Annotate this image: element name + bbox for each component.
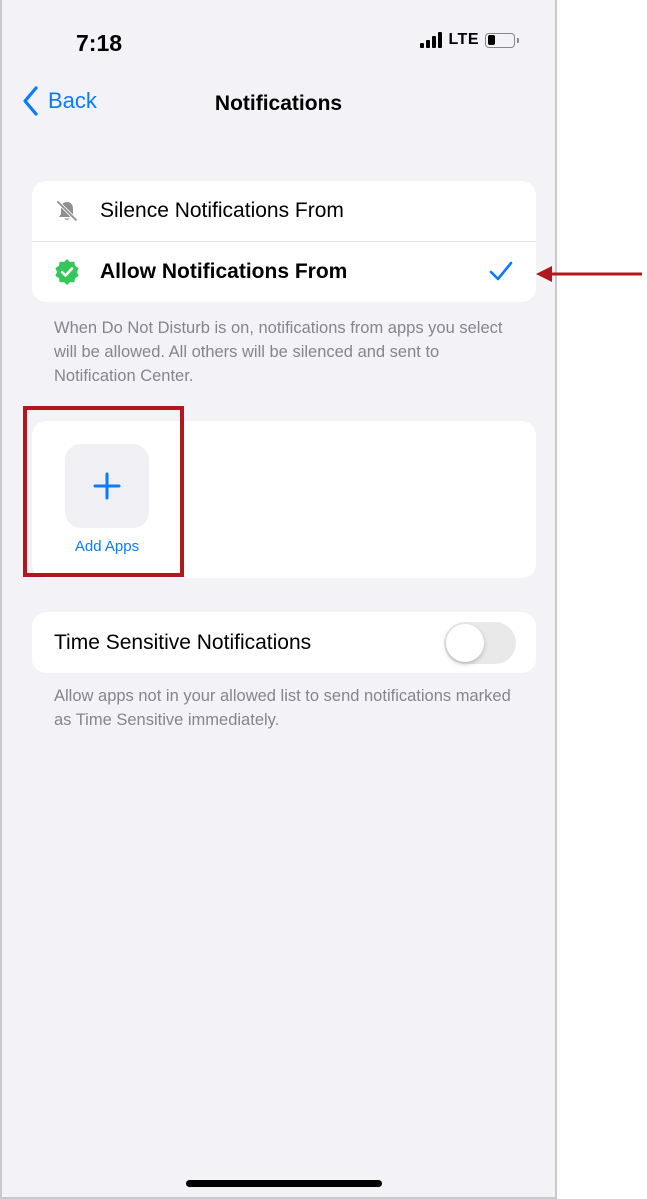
option-silence-notifications[interactable]: Silence Notifications From	[32, 181, 536, 241]
network-type: LTE	[448, 31, 479, 48]
status-bar: 7:18 LTE	[2, 0, 555, 70]
option-label: Silence Notifications From	[100, 199, 344, 222]
option-allow-notifications[interactable]: Allow Notifications From	[32, 241, 536, 302]
status-indicators: LTE	[420, 31, 519, 49]
time-sensitive-label: Time Sensitive Notifications	[54, 630, 312, 654]
battery-icon	[485, 32, 519, 48]
home-indicator[interactable]	[186, 1180, 382, 1187]
page-title: Notifications	[214, 92, 343, 115]
phone-screen: 7:18 LTE Back Notifications Silence Noti…	[0, 0, 557, 1199]
annotation-highlight-box	[23, 406, 184, 577]
option-label: Allow Notifications From	[100, 260, 348, 283]
annotation-arrow-icon	[536, 266, 642, 282]
mode-footnote: When Do Not Disturb is on, notifications…	[54, 319, 503, 385]
checkmark-icon	[489, 261, 513, 281]
time-sensitive-footnote: Allow apps not in your allowed list to s…	[54, 687, 511, 729]
checkmark-badge-icon	[54, 259, 80, 285]
status-time: 7:18	[76, 30, 123, 56]
toggle-knob	[446, 624, 484, 662]
notification-mode-group: Silence Notifications From Allow Notific…	[32, 181, 536, 302]
navigation-bar: Back Notifications	[2, 84, 555, 124]
bell-slash-icon	[54, 198, 80, 224]
time-sensitive-group: Time Sensitive Notifications	[32, 612, 536, 673]
signal-icon	[420, 32, 443, 48]
time-sensitive-toggle[interactable]	[444, 622, 516, 664]
